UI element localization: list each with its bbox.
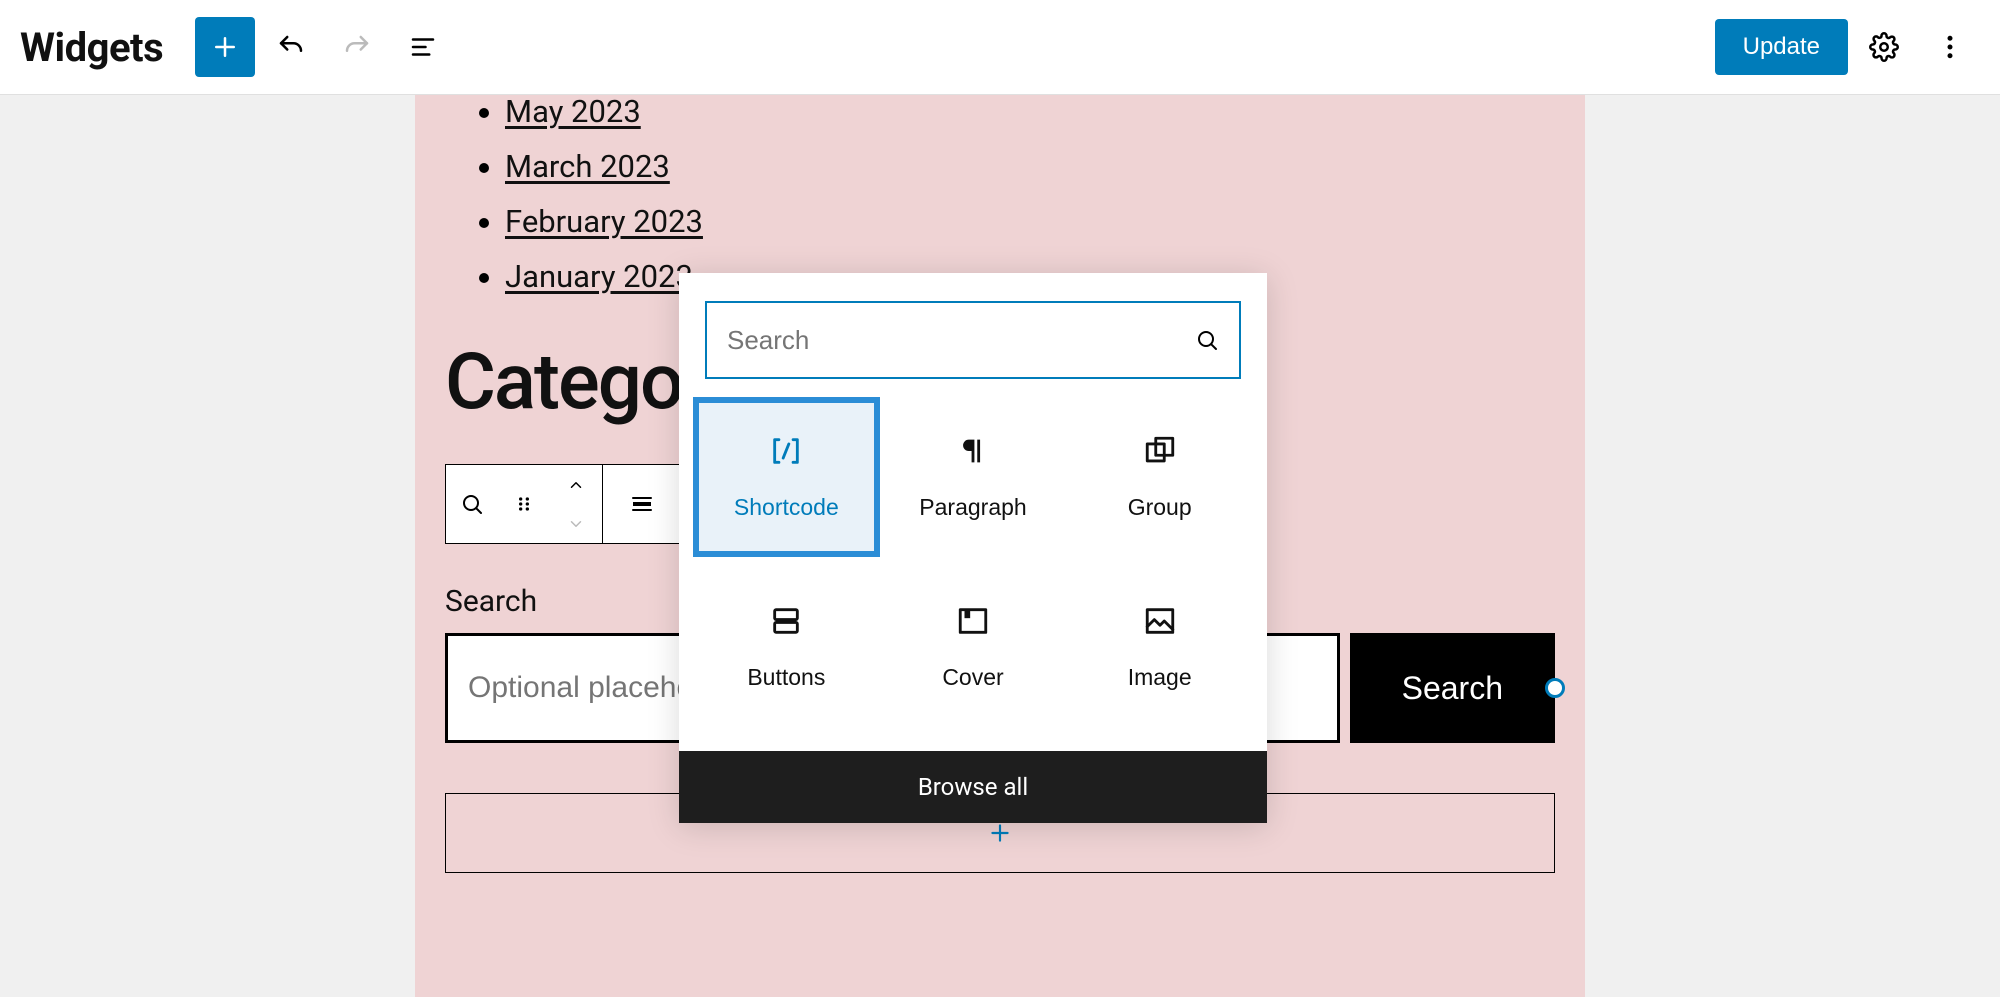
drag-handle-icon — [514, 494, 534, 514]
add-block-toggle-button[interactable] — [195, 17, 255, 77]
inserter-item-paragraph[interactable]: Paragraph — [880, 397, 1067, 557]
move-up-button[interactable] — [550, 465, 602, 504]
chevron-up-icon — [567, 476, 585, 494]
drag-handle-button[interactable] — [498, 465, 550, 543]
resize-handle[interactable] — [1545, 678, 1565, 698]
list-view-icon — [408, 32, 438, 62]
more-options-button[interactable] — [1920, 17, 1980, 77]
list-item: February 2023 — [505, 203, 1555, 240]
paragraph-icon — [956, 434, 990, 468]
editor-top-bar: Widgets Update — [0, 0, 2000, 95]
left-toolbar — [195, 17, 453, 77]
list-view-button[interactable] — [393, 17, 453, 77]
buttons-icon — [769, 604, 803, 638]
move-down-button[interactable] — [550, 504, 602, 543]
inserter-item-label: Cover — [942, 664, 1003, 691]
right-toolbar: Update — [1715, 17, 1980, 77]
search-icon — [460, 492, 484, 516]
archive-link[interactable]: January 2023 — [505, 258, 693, 295]
page-title: Widgets — [20, 24, 163, 71]
image-icon — [1143, 604, 1177, 638]
chevron-down-icon — [567, 515, 585, 533]
inserter-search-input[interactable] — [727, 325, 1185, 356]
search-submit-button[interactable]: Search — [1350, 633, 1555, 743]
inserter-search-box — [705, 301, 1241, 379]
kebab-icon — [1935, 32, 1965, 62]
undo-button[interactable] — [261, 17, 321, 77]
inserter-item-label: Shortcode — [734, 494, 839, 521]
inserter-grid: Shortcode Paragraph Group Buttons — [679, 397, 1267, 751]
archives-list: May 2023 March 2023 February 2023 Januar… — [505, 95, 1555, 295]
plus-icon — [210, 32, 240, 62]
redo-icon — [342, 32, 372, 62]
block-type-button[interactable] — [446, 465, 498, 543]
inserter-item-label: Image — [1128, 664, 1192, 691]
widget-area: May 2023 March 2023 February 2023 Januar… — [415, 95, 1585, 997]
list-item: May 2023 — [505, 95, 1555, 130]
cover-icon — [956, 604, 990, 638]
browse-all-button[interactable]: Browse all — [679, 751, 1267, 823]
inserter-item-label: Group — [1128, 494, 1192, 521]
shortcode-icon — [769, 434, 803, 468]
block-inserter-popover: Shortcode Paragraph Group Buttons — [679, 273, 1267, 823]
inserter-item-label: Paragraph — [919, 494, 1026, 521]
archive-link[interactable]: February 2023 — [505, 203, 703, 240]
list-item: March 2023 — [505, 148, 1555, 185]
block-toolbar — [445, 464, 683, 544]
gear-icon — [1869, 32, 1899, 62]
redo-button[interactable] — [327, 17, 387, 77]
inserter-item-buttons[interactable]: Buttons — [693, 567, 880, 727]
group-icon — [1143, 434, 1177, 468]
settings-button[interactable] — [1854, 17, 1914, 77]
inserter-item-group[interactable]: Group — [1066, 397, 1253, 557]
undo-icon — [276, 32, 306, 62]
search-icon — [1195, 328, 1219, 352]
archive-link[interactable]: May 2023 — [505, 95, 641, 130]
update-button[interactable]: Update — [1715, 19, 1848, 75]
inserter-item-label: Buttons — [747, 664, 825, 691]
archive-link[interactable]: March 2023 — [505, 148, 670, 185]
inserter-item-cover[interactable]: Cover — [880, 567, 1067, 727]
align-button[interactable] — [603, 465, 681, 543]
editor-canvas-wrap: May 2023 March 2023 February 2023 Januar… — [0, 95, 2000, 997]
plus-icon — [987, 820, 1013, 846]
inserter-item-shortcode[interactable]: Shortcode — [693, 397, 880, 557]
inserter-item-image[interactable]: Image — [1066, 567, 1253, 727]
align-icon — [630, 492, 654, 516]
